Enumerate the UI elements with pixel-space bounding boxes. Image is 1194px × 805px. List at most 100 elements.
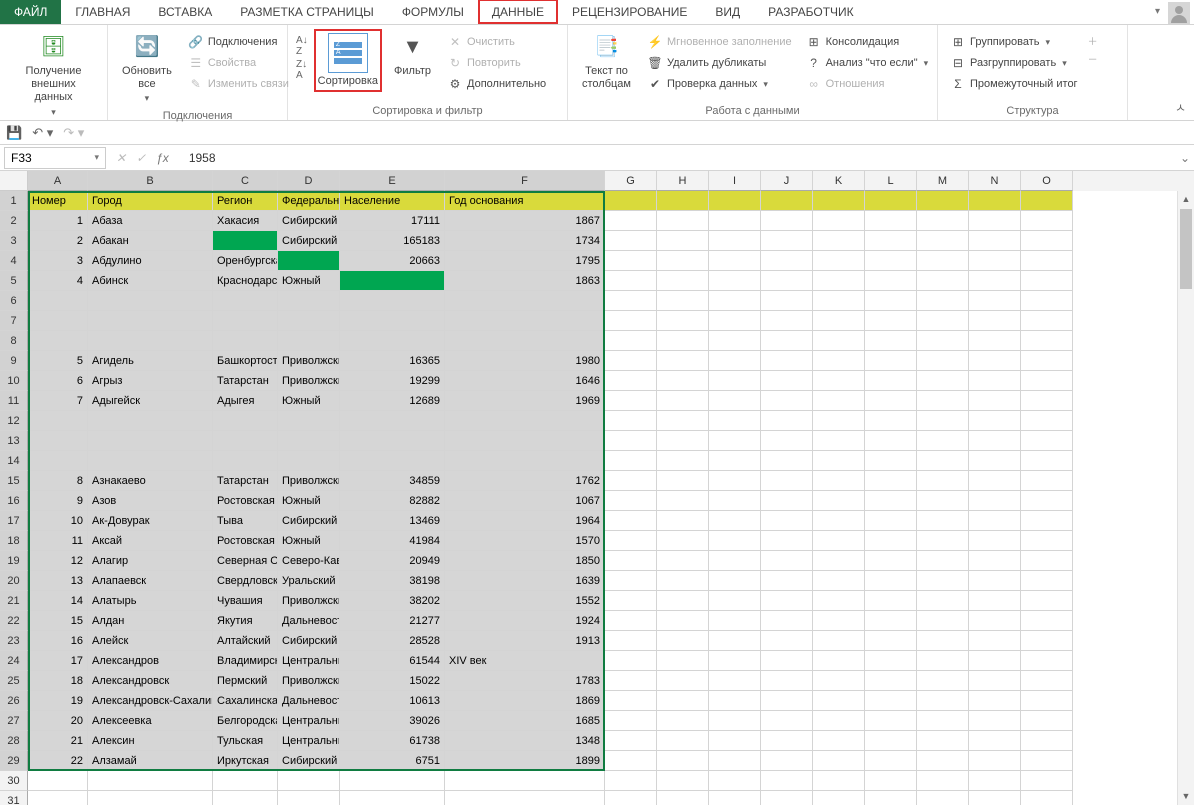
- cell[interactable]: [969, 411, 1021, 431]
- cell[interactable]: [865, 751, 917, 771]
- cell[interactable]: [340, 451, 445, 471]
- cell[interactable]: [761, 291, 813, 311]
- cell[interactable]: [865, 251, 917, 271]
- cell[interactable]: [969, 331, 1021, 351]
- cell[interactable]: [969, 511, 1021, 531]
- cell[interactable]: [917, 251, 969, 271]
- cell[interactable]: Приволжский: [278, 471, 340, 491]
- cell[interactable]: [969, 451, 1021, 471]
- cell[interactable]: [1021, 271, 1073, 291]
- cell[interactable]: 1980: [445, 351, 605, 371]
- cell[interactable]: [865, 351, 917, 371]
- cell[interactable]: 165183: [340, 231, 445, 251]
- cell[interactable]: [278, 451, 340, 471]
- cell[interactable]: [1021, 491, 1073, 511]
- cell[interactable]: 1: [28, 211, 88, 231]
- undo-icon[interactable]: ↶ ▾: [32, 125, 53, 141]
- cell[interactable]: [865, 471, 917, 491]
- cell[interactable]: [761, 591, 813, 611]
- cell[interactable]: [1021, 231, 1073, 251]
- cell[interactable]: Иркутская: [213, 751, 278, 771]
- cell[interactable]: [28, 331, 88, 351]
- cell[interactable]: [865, 591, 917, 611]
- cell[interactable]: [865, 391, 917, 411]
- row-header[interactable]: 6: [0, 291, 28, 311]
- cell[interactable]: [917, 311, 969, 331]
- cell[interactable]: 1850: [445, 551, 605, 571]
- cell[interactable]: [605, 491, 657, 511]
- cell[interactable]: 13469: [340, 511, 445, 531]
- cell[interactable]: [709, 671, 761, 691]
- cell[interactable]: [1021, 411, 1073, 431]
- cell[interactable]: [865, 291, 917, 311]
- cell[interactable]: [88, 791, 213, 805]
- cell[interactable]: [657, 471, 709, 491]
- cell[interactable]: [865, 651, 917, 671]
- cell[interactable]: 1964: [445, 511, 605, 531]
- cell[interactable]: [709, 511, 761, 531]
- cell[interactable]: [969, 391, 1021, 411]
- cell[interactable]: [761, 231, 813, 251]
- cell[interactable]: XIV век: [445, 651, 605, 671]
- cell[interactable]: Алдан: [88, 611, 213, 631]
- cell[interactable]: [917, 291, 969, 311]
- cell[interactable]: [709, 271, 761, 291]
- cell[interactable]: [657, 571, 709, 591]
- cell[interactable]: [88, 331, 213, 351]
- cell[interactable]: [340, 271, 445, 291]
- cell[interactable]: [813, 531, 865, 551]
- cell[interactable]: [1021, 311, 1073, 331]
- cell[interactable]: [657, 191, 709, 211]
- cell[interactable]: [709, 531, 761, 551]
- cell[interactable]: [761, 191, 813, 211]
- cell[interactable]: [709, 551, 761, 571]
- cell[interactable]: [340, 331, 445, 351]
- cell[interactable]: [213, 771, 278, 791]
- cell[interactable]: [657, 271, 709, 291]
- cell[interactable]: [761, 551, 813, 571]
- cell[interactable]: [969, 431, 1021, 451]
- cell[interactable]: Азов: [88, 491, 213, 511]
- cell[interactable]: [761, 571, 813, 591]
- cell[interactable]: [657, 751, 709, 771]
- cell[interactable]: [865, 551, 917, 571]
- cell[interactable]: 6751: [340, 751, 445, 771]
- cell[interactable]: [340, 291, 445, 311]
- cell[interactable]: [969, 351, 1021, 371]
- cell[interactable]: [657, 611, 709, 631]
- cell[interactable]: [969, 611, 1021, 631]
- cell[interactable]: Тыва: [213, 511, 278, 531]
- column-header[interactable]: J: [761, 171, 813, 191]
- cell[interactable]: [605, 711, 657, 731]
- cell[interactable]: [28, 431, 88, 451]
- cell[interactable]: [605, 411, 657, 431]
- name-box[interactable]: F33▾: [4, 147, 106, 169]
- cell[interactable]: Северо-Кавказский: [278, 551, 340, 571]
- row-header[interactable]: 26: [0, 691, 28, 711]
- cell[interactable]: [605, 391, 657, 411]
- cell[interactable]: Сахалинская: [213, 691, 278, 711]
- cell[interactable]: [917, 451, 969, 471]
- cell[interactable]: [1021, 731, 1073, 751]
- cell[interactable]: [605, 211, 657, 231]
- row-header[interactable]: 23: [0, 631, 28, 651]
- cell[interactable]: Оренбургская область: [213, 251, 278, 271]
- cell[interactable]: 1899: [445, 751, 605, 771]
- cell[interactable]: [1021, 451, 1073, 471]
- cell[interactable]: 1863: [445, 271, 605, 291]
- cell[interactable]: [813, 491, 865, 511]
- cell[interactable]: [969, 191, 1021, 211]
- cell[interactable]: [1021, 511, 1073, 531]
- cell[interactable]: Приволжский: [278, 671, 340, 691]
- cell[interactable]: [813, 731, 865, 751]
- cell[interactable]: [657, 531, 709, 551]
- column-header[interactable]: G: [605, 171, 657, 191]
- formula-input[interactable]: 1958: [179, 151, 1176, 165]
- row-header[interactable]: 27: [0, 711, 28, 731]
- cell[interactable]: [709, 591, 761, 611]
- cell[interactable]: 5: [28, 351, 88, 371]
- cell[interactable]: [28, 451, 88, 471]
- cell[interactable]: [88, 291, 213, 311]
- row-header[interactable]: 16: [0, 491, 28, 511]
- cell[interactable]: [657, 691, 709, 711]
